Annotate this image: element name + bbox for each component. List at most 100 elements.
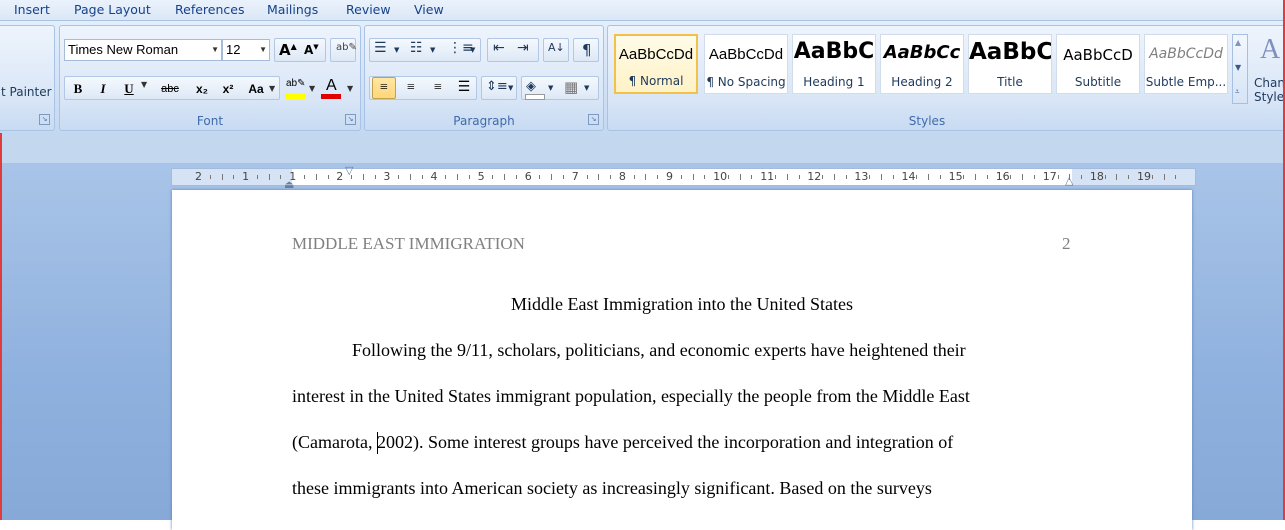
clear-formatting-button[interactable]: ab✎	[330, 38, 357, 62]
tab-review[interactable]: Review	[346, 2, 391, 17]
document-page[interactable]: MIDDLE EAST IMMIGRATION 2 Middle East Im…	[172, 190, 1192, 530]
style-preview: AaBbC	[969, 39, 1051, 65]
font-name-value: Times New Roman	[68, 42, 179, 57]
grow-font-icon[interactable]: A▲	[279, 41, 297, 59]
bullets-icon[interactable]: ☰	[374, 40, 387, 56]
ribbon: t Painter ↘ Times New Roman ▼ 12 ▼ A▲ A▼…	[0, 20, 1285, 134]
more-styles-icon[interactable]: ⩡	[1235, 87, 1240, 97]
horizontal-ruler[interactable]: 2 1 1 2 3 4 5 6 7 8 9 10 11 12 13 14 15 16 17 18 19	[171, 168, 1196, 186]
chevron-down-icon[interactable]: ▼	[470, 46, 475, 54]
ruler-left-margin	[172, 169, 292, 185]
ruler-tick	[739, 174, 741, 180]
style-heading-1[interactable]: AaBbC Heading 1	[792, 34, 876, 94]
font-color-icon: A	[326, 77, 337, 94]
subscript-button[interactable]: x₂	[191, 77, 213, 99]
style-subtitle[interactable]: AaBbCcD Subtitle	[1056, 34, 1140, 94]
font-size-box[interactable]: 12 ▼	[222, 39, 270, 61]
document-line: Following the 9/11, scholars, politician…	[352, 340, 966, 360]
format-painter-button[interactable]: t Painter	[1, 85, 52, 99]
ruler-number: 13	[854, 170, 869, 183]
chevron-down-icon[interactable]: ▼	[394, 46, 399, 54]
alignment-buttons: ≡ ≡ ≡ ☰	[369, 76, 477, 100]
tab-insert[interactable]: Insert	[14, 2, 50, 17]
ruler-tick	[504, 174, 506, 180]
style-name: Heading 1	[803, 75, 865, 89]
scroll-up-icon[interactable]: ▲	[1235, 38, 1241, 47]
show-hide-button[interactable]: ¶	[573, 38, 599, 62]
chevron-down-icon[interactable]: ▼	[430, 46, 435, 54]
ruler-tick	[598, 174, 600, 180]
chevron-down-icon[interactable]: ▼	[548, 84, 553, 92]
font-group: Times New Roman ▼ 12 ▼ A▲ A▼ ab✎ B I U ▼…	[59, 25, 361, 131]
chevron-down-icon[interactable]: ▼	[269, 84, 275, 93]
style-title[interactable]: AaBbC Title	[968, 34, 1052, 94]
ruler-tick	[939, 175, 941, 179]
style-no-spacing[interactable]: AaBbCcDd ¶ No Spacing	[704, 34, 788, 94]
ruler-tick	[457, 174, 459, 180]
style-heading-2[interactable]: AaBbCc Heading 2	[880, 34, 964, 94]
text-highlight-button[interactable]: ab✎ ▼	[284, 78, 318, 100]
tab-references[interactable]: References	[175, 2, 244, 17]
borders-icon[interactable]: ▦	[564, 78, 578, 96]
ruler-number: 17	[1042, 170, 1057, 183]
ruler-tick	[303, 175, 305, 179]
align-center-icon[interactable]: ≡	[399, 77, 423, 99]
line-spacing-button[interactable]: ⇕≡ ▼	[481, 76, 517, 100]
clipboard-group: t Painter ↘	[0, 25, 55, 131]
paragraph-launcher-icon[interactable]: ↘	[588, 114, 599, 125]
font-color-swatch	[321, 94, 341, 99]
ruler-tick	[327, 175, 329, 179]
chevron-down-icon[interactable]: ▼	[584, 84, 589, 92]
decrease-indent-icon[interactable]: ⇤	[493, 40, 505, 56]
ruler-number: 19	[1137, 170, 1151, 183]
ruler-tick	[315, 174, 317, 180]
numbering-icon[interactable]: ☷	[410, 40, 423, 56]
chevron-down-icon[interactable]: ▼	[141, 80, 147, 89]
scroll-down-icon[interactable]: ▼	[1235, 63, 1241, 72]
highlight-color-swatch	[285, 94, 305, 99]
chevron-down-icon: ▼	[347, 84, 354, 93]
tab-page-layout[interactable]: Page Layout	[74, 2, 151, 17]
style-preview: AaBbCcDd	[618, 46, 694, 63]
align-left-icon[interactable]: ≡	[372, 77, 396, 99]
font-name-box[interactable]: Times New Roman ▼	[64, 39, 222, 61]
ruler-number: 1	[242, 170, 250, 183]
style-normal[interactable]: AaBbCcDd ¶ Normal	[614, 34, 698, 94]
ruler-tick	[409, 174, 411, 180]
font-color-button[interactable]: A ▼	[320, 77, 356, 100]
underline-button[interactable]: U	[119, 77, 139, 99]
shrink-font-icon[interactable]: A▼	[304, 43, 319, 57]
sort-button[interactable]: A↓	[543, 38, 569, 62]
strikethrough-button[interactable]: abc	[155, 77, 185, 99]
ruler-tick	[727, 175, 729, 179]
clipboard-launcher-icon[interactable]: ↘	[39, 114, 50, 125]
align-right-icon[interactable]: ≡	[426, 77, 450, 99]
font-size-value: 12	[226, 42, 241, 57]
bold-button[interactable]: B	[68, 77, 88, 99]
grow-shrink-font-box: A▲ A▼	[274, 38, 326, 62]
font-format-buttons: B I U ▼ abc x₂ x² Aa ▼	[64, 76, 280, 100]
style-preview: AaBbCcD	[1063, 46, 1133, 64]
ruler-tick	[280, 175, 282, 179]
right-indent-marker-icon[interactable]: △	[1065, 174, 1073, 187]
ruler-tick	[1034, 175, 1036, 179]
increase-indent-icon[interactable]: ⇥	[517, 40, 529, 56]
tab-mailings[interactable]: Mailings	[267, 2, 318, 17]
ruler-number: 7	[571, 170, 579, 183]
justify-icon[interactable]: ☰	[452, 77, 476, 99]
first-line-indent-marker-icon[interactable]: ▽	[345, 164, 353, 177]
ruler-tick	[751, 175, 753, 179]
list-buttons: ☰ ▼ ☷ ▼ ⋮≡ ▼	[369, 38, 481, 62]
style-preview: AaBbCcDd	[1149, 46, 1223, 62]
styles-group: AaBbCcDd ¶ Normal AaBbCcDd ¶ No Spacing …	[607, 25, 1285, 131]
highlighter-icon: ab✎	[286, 78, 306, 89]
tab-view[interactable]: View	[414, 2, 444, 17]
italic-button[interactable]: I	[93, 77, 113, 99]
change-styles-button[interactable]: A Chang Styles	[1252, 32, 1285, 112]
font-launcher-icon[interactable]: ↘	[345, 114, 356, 125]
ruler-tick	[362, 174, 364, 180]
superscript-button[interactable]: x²	[217, 77, 239, 99]
style-subtle-emphasis[interactable]: AaBbCcDd Subtle Emp...	[1144, 34, 1228, 94]
shading-icon[interactable]: ◈	[526, 79, 536, 94]
change-case-button[interactable]: Aa	[245, 77, 267, 99]
